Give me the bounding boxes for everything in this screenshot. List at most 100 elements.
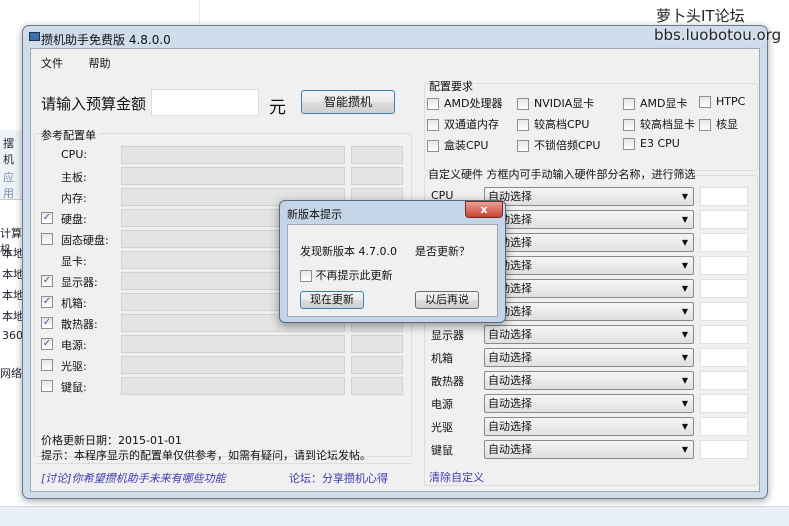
requirement-checkbox[interactable]: [517, 119, 529, 131]
hardware-filter-input[interactable]: [700, 371, 748, 390]
row-value-field: [121, 356, 345, 374]
hardware-dropdown[interactable]: 自动选择 ▼: [484, 279, 694, 298]
row-label: 电源:: [61, 339, 87, 352]
row-checkbox[interactable]: ✓: [41, 338, 53, 350]
discuss-link[interactable]: [讨论]你希望攒机助手未来有哪些功能: [41, 470, 226, 486]
requirement-label: 不锁倍频CPU: [534, 139, 601, 152]
row-checkbox[interactable]: [41, 233, 53, 245]
menu-help[interactable]: 帮助: [89, 57, 111, 70]
hardware-dropdown[interactable]: 自动选择 ▼: [484, 440, 694, 459]
requirement-checkbox[interactable]: [699, 96, 711, 108]
requirement-option[interactable]: AMD显卡: [623, 95, 688, 111]
requirements-title: 配置要求: [429, 78, 476, 94]
row-checkbox[interactable]: [41, 359, 53, 371]
row-price-field: [351, 335, 403, 353]
requirement-checkbox[interactable]: [427, 119, 439, 131]
forum-link[interactable]: 论坛：分享攒机心得: [289, 470, 388, 486]
hardware-filter-input[interactable]: [700, 325, 748, 344]
requirement-option[interactable]: 不锁倍频CPU: [517, 137, 600, 153]
row-value-field: [121, 335, 345, 353]
requirement-label: 核显: [716, 118, 738, 131]
hardware-dropdown[interactable]: 自动选择 ▼: [484, 371, 694, 390]
chevron-down-icon: ▼: [681, 238, 688, 247]
requirement-checkbox[interactable]: [623, 138, 635, 150]
hardware-dropdown[interactable]: 自动选择 ▼: [484, 187, 694, 206]
requirement-checkbox[interactable]: [517, 98, 529, 110]
hardware-filter-input[interactable]: [700, 417, 748, 436]
divider: [34, 463, 412, 464]
row-checkbox[interactable]: ✓: [41, 212, 53, 224]
requirement-checkbox[interactable]: [623, 119, 635, 131]
custom-hardware-title: 自定义硬件 方框内可手动输入硬件部分名称，进行筛选: [428, 166, 696, 182]
requirement-option[interactable]: HTPC: [699, 95, 745, 108]
menu-bar: 文件 帮助: [41, 55, 133, 71]
desktop-background: [0, 0, 200, 24]
hardware-filter-input[interactable]: [700, 187, 748, 206]
reference-row: 光驱:: [31, 355, 411, 375]
row-label: 内存:: [61, 192, 87, 205]
requirement-option[interactable]: 盒装CPU: [427, 137, 488, 153]
requirement-label: NVIDIA显卡: [534, 97, 595, 110]
requirement-option[interactable]: 核显: [699, 116, 738, 132]
watermark-line2: bbs.luobotou.org: [654, 26, 782, 44]
background-text: 摆机: [3, 137, 14, 166]
reference-config-title: 参考配置单: [41, 127, 99, 143]
requirement-label: 较高档显卡: [640, 118, 695, 131]
row-label: 机箱:: [61, 297, 87, 310]
hardware-dropdown[interactable]: 自动选择 ▼: [484, 394, 694, 413]
watermark-line1: 萝卜头IT论坛: [656, 7, 745, 25]
hardware-dropdown[interactable]: 自动选择 ▼: [484, 210, 694, 229]
requirement-option[interactable]: 较高档显卡: [623, 116, 695, 132]
row-checkbox[interactable]: ✓: [41, 317, 53, 329]
requirement-option[interactable]: 双通道内存: [427, 116, 499, 132]
custom-row: 机箱 自动选择 ▼: [429, 347, 759, 369]
hardware-filter-input[interactable]: [700, 256, 748, 275]
clear-custom-link[interactable]: 清除自定义: [429, 469, 484, 485]
smart-build-button[interactable]: 智能攒机: [301, 90, 395, 114]
later-button[interactable]: 以后再说: [415, 291, 479, 309]
chevron-down-icon: ▼: [681, 445, 688, 454]
requirement-checkbox[interactable]: [427, 140, 439, 152]
requirement-option[interactable]: E3 CPU: [623, 137, 680, 150]
currency-label: 元: [269, 98, 286, 118]
hardware-dropdown[interactable]: 自动选择 ▼: [484, 233, 694, 252]
hardware-dropdown[interactable]: 自动选择 ▼: [484, 302, 694, 321]
hardware-dropdown[interactable]: 自动选择 ▼: [484, 325, 694, 344]
dialog-close-button[interactable]: x: [465, 201, 503, 218]
hardware-filter-input[interactable]: [700, 394, 748, 413]
hardware-dropdown[interactable]: 自动选择 ▼: [484, 256, 694, 275]
update-now-button[interactable]: 现在更新: [300, 291, 364, 309]
chevron-down-icon: ▼: [681, 422, 688, 431]
hardware-filter-input[interactable]: [700, 440, 748, 459]
hardware-filter-input[interactable]: [700, 210, 748, 229]
row-value-field: [121, 146, 345, 164]
chevron-down-icon: ▼: [681, 353, 688, 362]
requirement-option[interactable]: AMD处理器: [427, 95, 503, 111]
row-checkbox[interactable]: [41, 380, 53, 392]
custom-row: 键鼠 自动选择 ▼: [429, 439, 759, 461]
requirement-option[interactable]: NVIDIA显卡: [517, 95, 594, 111]
dropdown-value: 自动选择: [488, 397, 532, 410]
chevron-down-icon: ▼: [681, 330, 688, 339]
chevron-down-icon: ▼: [681, 192, 688, 201]
no-remind-checkbox[interactable]: [300, 270, 312, 282]
row-checkbox[interactable]: ✓: [41, 275, 53, 287]
hardware-dropdown[interactable]: 自动选择 ▼: [484, 348, 694, 367]
hardware-filter-input[interactable]: [700, 279, 748, 298]
requirement-checkbox[interactable]: [699, 119, 711, 131]
row-checkbox[interactable]: ✓: [41, 296, 53, 308]
menu-file[interactable]: 文件: [41, 57, 63, 70]
row-label: 显卡:: [61, 255, 87, 268]
no-remind-option[interactable]: 不再提示此更新: [300, 267, 393, 283]
requirement-checkbox[interactable]: [517, 140, 529, 152]
budget-input[interactable]: [151, 89, 259, 116]
budget-label: 请输入预算金额: [41, 95, 147, 113]
requirement-option[interactable]: 较高档CPU: [517, 116, 589, 132]
requirement-checkbox[interactable]: [427, 98, 439, 110]
hardware-filter-input[interactable]: [700, 348, 748, 367]
requirement-checkbox[interactable]: [623, 98, 635, 110]
hardware-filter-input[interactable]: [700, 233, 748, 252]
hardware-dropdown[interactable]: 自动选择 ▼: [484, 417, 694, 436]
hardware-filter-input[interactable]: [700, 302, 748, 321]
no-remind-label: 不再提示此更新: [315, 269, 393, 282]
